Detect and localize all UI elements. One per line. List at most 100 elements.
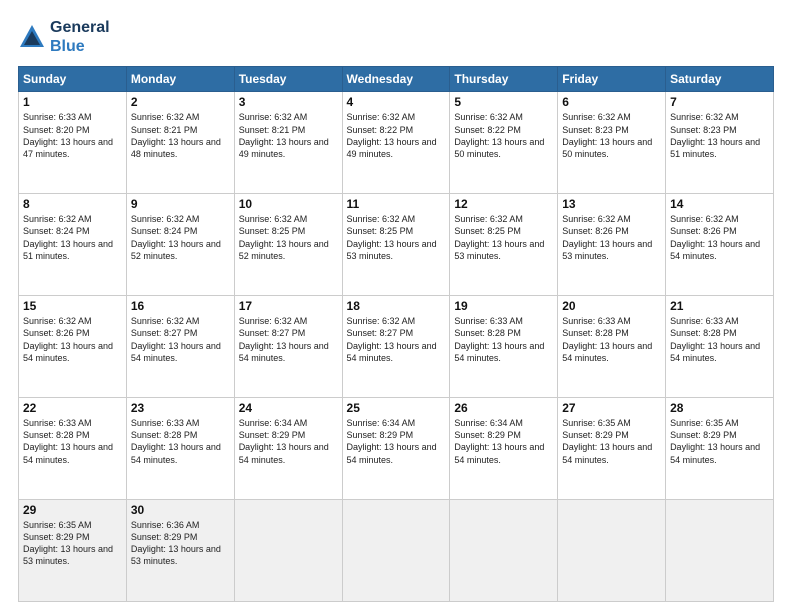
cell-content: Sunrise: 6:32 AMSunset: 8:25 PMDaylight:… bbox=[347, 213, 446, 262]
table-row: 10 Sunrise: 6:32 AMSunset: 8:25 PMDayligh… bbox=[234, 194, 342, 296]
cell-content: Sunrise: 6:33 AMSunset: 8:28 PMDaylight:… bbox=[562, 315, 661, 364]
table-row: 24Sunrise: 6:34 AMSunset: 8:29 PMDayligh… bbox=[234, 398, 342, 500]
day-number: 14 bbox=[670, 197, 769, 211]
day-number: 25 bbox=[347, 401, 446, 415]
day-number: 26 bbox=[454, 401, 553, 415]
logo-icon bbox=[18, 23, 46, 51]
logo-text: General Blue bbox=[50, 18, 110, 56]
table-row: 11 Sunrise: 6:32 AMSunset: 8:25 PMDayligh… bbox=[342, 194, 450, 296]
table-row: 2 Sunrise: 6:32 AMSunset: 8:21 PMDaylight… bbox=[126, 92, 234, 194]
cell-content: Sunrise: 6:35 AMSunset: 8:29 PMDaylight:… bbox=[23, 519, 122, 568]
cell-content: Sunrise: 6:33 AMSunset: 8:28 PMDaylight:… bbox=[670, 315, 769, 364]
cell-content: Sunrise: 6:32 AMSunset: 8:22 PMDaylight:… bbox=[347, 111, 446, 160]
day-number: 1 bbox=[23, 95, 122, 109]
table-row bbox=[666, 500, 774, 602]
logo: General Blue bbox=[18, 18, 110, 56]
day-number: 22 bbox=[23, 401, 122, 415]
week-row-2: 8 Sunrise: 6:32 AMSunset: 8:24 PMDaylight… bbox=[19, 194, 774, 296]
day-number: 13 bbox=[562, 197, 661, 211]
table-row: 21 Sunrise: 6:33 AMSunset: 8:28 PMDayligh… bbox=[666, 296, 774, 398]
page: General Blue Sunday Monday Tuesday Wedne… bbox=[0, 0, 792, 612]
cell-content: Sunrise: 6:32 AMSunset: 8:27 PMDaylight:… bbox=[239, 315, 338, 364]
cell-content: Sunrise: 6:33 AMSunset: 8:28 PMDaylight:… bbox=[23, 417, 122, 466]
day-number: 18 bbox=[347, 299, 446, 313]
col-sunday: Sunday bbox=[19, 67, 127, 92]
day-number: 3 bbox=[239, 95, 338, 109]
table-row: 26 Sunrise: 6:34 AMSunset: 8:29 PMDayligh… bbox=[450, 398, 558, 500]
table-row: 7Sunrise: 6:32 AMSunset: 8:23 PMDaylight… bbox=[666, 92, 774, 194]
cell-content: Sunrise: 6:32 AMSunset: 8:25 PMDaylight:… bbox=[239, 213, 338, 262]
table-row: 3 Sunrise: 6:32 AMSunset: 8:21 PMDaylight… bbox=[234, 92, 342, 194]
cell-content: Sunrise: 6:35 AMSunset: 8:29 PMDaylight:… bbox=[562, 417, 661, 466]
cell-content: Sunrise: 6:32 AMSunset: 8:26 PMDaylight:… bbox=[670, 213, 769, 262]
cell-content: Sunrise: 6:36 AMSunset: 8:29 PMDaylight:… bbox=[131, 519, 230, 568]
table-row: 22 Sunrise: 6:33 AMSunset: 8:28 PMDayligh… bbox=[19, 398, 127, 500]
day-number: 23 bbox=[131, 401, 230, 415]
calendar-header-row: Sunday Monday Tuesday Wednesday Thursday… bbox=[19, 67, 774, 92]
table-row bbox=[342, 500, 450, 602]
day-number: 10 bbox=[239, 197, 338, 211]
cell-content: Sunrise: 6:32 AMSunset: 8:27 PMDaylight:… bbox=[347, 315, 446, 364]
day-number: 12 bbox=[454, 197, 553, 211]
cell-content: Sunrise: 6:34 AMSunset: 8:29 PMDaylight:… bbox=[454, 417, 553, 466]
day-number: 5 bbox=[454, 95, 553, 109]
cell-content: Sunrise: 6:34 AMSunset: 8:29 PMDaylight:… bbox=[347, 417, 446, 466]
day-number: 6 bbox=[562, 95, 661, 109]
cell-content: Sunrise: 6:33 AMSunset: 8:20 PMDaylight:… bbox=[23, 111, 122, 160]
table-row bbox=[450, 500, 558, 602]
table-row: 23 Sunrise: 6:33 AMSunset: 8:28 PMDayligh… bbox=[126, 398, 234, 500]
day-number: 30 bbox=[131, 503, 230, 517]
day-number: 28 bbox=[670, 401, 769, 415]
table-row: 29Sunrise: 6:35 AMSunset: 8:29 PMDayligh… bbox=[19, 500, 127, 602]
table-row: 28Sunrise: 6:35 AMSunset: 8:29 PMDayligh… bbox=[666, 398, 774, 500]
cell-content: Sunrise: 6:32 AMSunset: 8:21 PMDaylight:… bbox=[131, 111, 230, 160]
cell-content: Sunrise: 6:32 AMSunset: 8:25 PMDaylight:… bbox=[454, 213, 553, 262]
col-wednesday: Wednesday bbox=[342, 67, 450, 92]
table-row: 15 Sunrise: 6:32 AMSunset: 8:26 PMDayligh… bbox=[19, 296, 127, 398]
day-number: 11 bbox=[347, 197, 446, 211]
table-row bbox=[234, 500, 342, 602]
day-number: 24 bbox=[239, 401, 338, 415]
day-number: 16 bbox=[131, 299, 230, 313]
col-tuesday: Tuesday bbox=[234, 67, 342, 92]
table-row: 4 Sunrise: 6:32 AMSunset: 8:22 PMDaylight… bbox=[342, 92, 450, 194]
cell-content: Sunrise: 6:32 AMSunset: 8:27 PMDaylight:… bbox=[131, 315, 230, 364]
table-row bbox=[558, 500, 666, 602]
day-number: 9 bbox=[131, 197, 230, 211]
col-thursday: Thursday bbox=[450, 67, 558, 92]
cell-content: Sunrise: 6:32 AMSunset: 8:23 PMDaylight:… bbox=[562, 111, 661, 160]
table-row: 8 Sunrise: 6:32 AMSunset: 8:24 PMDaylight… bbox=[19, 194, 127, 296]
cell-content: Sunrise: 6:32 AMSunset: 8:26 PMDaylight:… bbox=[562, 213, 661, 262]
cell-content: Sunrise: 6:32 AMSunset: 8:22 PMDaylight:… bbox=[454, 111, 553, 160]
table-row: 19Sunrise: 6:33 AMSunset: 8:28 PMDayligh… bbox=[450, 296, 558, 398]
cell-content: Sunrise: 6:32 AMSunset: 8:26 PMDaylight:… bbox=[23, 315, 122, 364]
day-number: 27 bbox=[562, 401, 661, 415]
day-number: 8 bbox=[23, 197, 122, 211]
table-row: 5 Sunrise: 6:32 AMSunset: 8:22 PMDaylight… bbox=[450, 92, 558, 194]
calendar: Sunday Monday Tuesday Wednesday Thursday… bbox=[18, 66, 774, 602]
week-row-3: 15 Sunrise: 6:32 AMSunset: 8:26 PMDayligh… bbox=[19, 296, 774, 398]
cell-content: Sunrise: 6:32 AMSunset: 8:21 PMDaylight:… bbox=[239, 111, 338, 160]
header: General Blue bbox=[18, 18, 774, 56]
table-row: 20 Sunrise: 6:33 AMSunset: 8:28 PMDayligh… bbox=[558, 296, 666, 398]
cell-content: Sunrise: 6:32 AMSunset: 8:24 PMDaylight:… bbox=[131, 213, 230, 262]
table-row: 6 Sunrise: 6:32 AMSunset: 8:23 PMDaylight… bbox=[558, 92, 666, 194]
day-number: 4 bbox=[347, 95, 446, 109]
col-saturday: Saturday bbox=[666, 67, 774, 92]
day-number: 15 bbox=[23, 299, 122, 313]
col-monday: Monday bbox=[126, 67, 234, 92]
table-row: 14 Sunrise: 6:32 AMSunset: 8:26 PMDayligh… bbox=[666, 194, 774, 296]
day-number: 21 bbox=[670, 299, 769, 313]
table-row: 1 Sunrise: 6:33 AMSunset: 8:20 PMDaylight… bbox=[19, 92, 127, 194]
day-number: 20 bbox=[562, 299, 661, 313]
table-row: 18 Sunrise: 6:32 AMSunset: 8:27 PMDayligh… bbox=[342, 296, 450, 398]
day-number: 2 bbox=[131, 95, 230, 109]
cell-content: Sunrise: 6:33 AMSunset: 8:28 PMDaylight:… bbox=[131, 417, 230, 466]
cell-content: Sunrise: 6:32 AMSunset: 8:24 PMDaylight:… bbox=[23, 213, 122, 262]
table-row: 12 Sunrise: 6:32 AMSunset: 8:25 PMDayligh… bbox=[450, 194, 558, 296]
day-number: 17 bbox=[239, 299, 338, 313]
table-row: 30 Sunrise: 6:36 AMSunset: 8:29 PMDayligh… bbox=[126, 500, 234, 602]
col-friday: Friday bbox=[558, 67, 666, 92]
table-row: 17 Sunrise: 6:32 AMSunset: 8:27 PMDayligh… bbox=[234, 296, 342, 398]
table-row: 27 Sunrise: 6:35 AMSunset: 8:29 PMDayligh… bbox=[558, 398, 666, 500]
